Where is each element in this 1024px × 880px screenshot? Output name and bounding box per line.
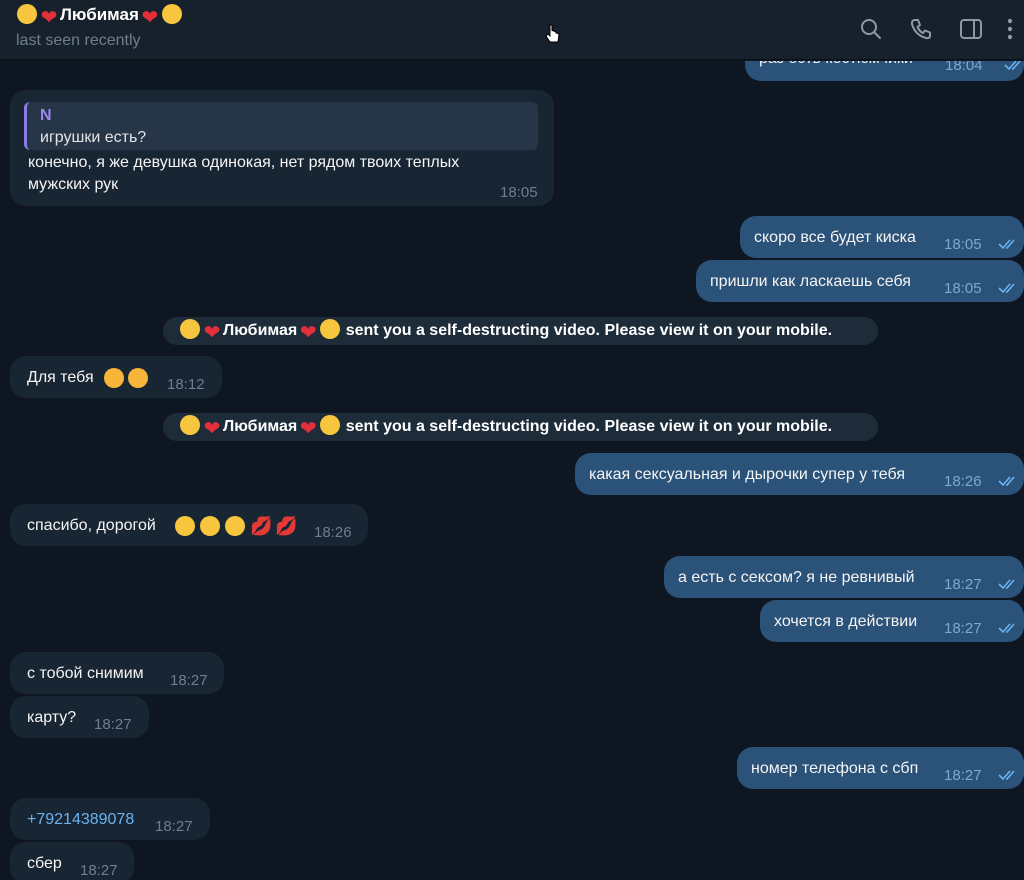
message-time: 18:27 <box>944 767 982 784</box>
message-text: скоро все будет киска <box>754 229 916 246</box>
double-check-icon <box>998 476 1015 487</box>
reply-text: игрушки есть? <box>40 129 147 146</box>
service-text: sent you a self-destructing video. Pleas… <box>345 418 833 435</box>
double-check-icon <box>998 283 1015 294</box>
message-time: 18:27 <box>944 620 982 637</box>
message-incoming[interactable]: сбер 18:27 <box>10 842 134 880</box>
header-actions <box>846 14 1024 44</box>
message-incoming[interactable]: карту? 18:27 <box>10 696 149 738</box>
message-incoming[interactable]: N игрушки есть? конечно, я же девушка од… <box>10 90 554 206</box>
message-time: 18:04 <box>945 61 983 74</box>
smiling-hearts-emoji-icon <box>128 368 148 388</box>
kiss-mark-icon: 💋 <box>275 516 298 536</box>
message-time: 18:27 <box>170 672 208 689</box>
kiss-mark-icon: 💋 <box>250 516 273 536</box>
message-text: а есть с сексом? я не ревнивый <box>678 569 915 586</box>
heart-emoji-icon: ❤ <box>299 322 317 344</box>
message-text-line-1: конечно, я же девушка одинокая, нет рядо… <box>28 154 460 171</box>
message-time: 18:27 <box>94 716 132 733</box>
heart-emoji-icon: ❤ <box>141 7 159 29</box>
reply-quote[interactable]: N игрушки есть? <box>24 102 538 150</box>
message-text: какая сексуальная и дырочки супер у тебя <box>589 466 905 483</box>
smirk-emoji-icon <box>161 4 182 24</box>
chat-header: ❤ Любимая ❤ last seen recently <box>0 0 1024 60</box>
message-text: Для тебя <box>27 369 94 386</box>
smiling-hearts-emoji-icon <box>104 368 124 388</box>
message-incoming[interactable]: спасибо, дорогой 💋 💋 18:26 <box>10 504 368 546</box>
heart-eyes-emoji-icon <box>200 516 220 536</box>
message-time: 18:12 <box>167 376 205 393</box>
message-time: 18:05 <box>500 184 538 201</box>
message-text: раз есть костюмчики <box>759 61 913 70</box>
smirk-emoji-icon <box>180 319 200 339</box>
heart-emoji-icon: ❤ <box>203 418 221 440</box>
reply-author: N <box>40 107 52 124</box>
double-check-icon <box>998 579 1015 590</box>
double-check-icon <box>1004 61 1021 71</box>
message-outgoing[interactable]: раз есть костюмчики 18:04 <box>745 61 1024 81</box>
service-sender: Любимая <box>223 418 298 435</box>
phone-icon[interactable] <box>896 14 946 44</box>
sidebar-toggle-icon[interactable] <box>946 14 996 44</box>
message-outgoing[interactable]: номер телефона с сбп 18:27 <box>737 747 1024 789</box>
message-time: 18:27 <box>155 818 193 835</box>
service-message: ❤ Любимая ❤ sent you a self-destructing vi… <box>163 413 878 441</box>
message-time: 18:27 <box>80 862 118 879</box>
message-outgoing[interactable]: пришли как ласкаешь себя 18:05 <box>696 260 1024 302</box>
message-text: карту? <box>27 709 77 726</box>
more-icon[interactable] <box>996 14 1024 44</box>
service-text: sent you a self-destructing video. Pleas… <box>345 322 833 339</box>
message-outgoing[interactable]: какая сексуальная и дырочки супер у тебя… <box>575 453 1024 495</box>
message-text: пришли как ласкаешь себя <box>710 273 911 290</box>
message-text: сбер <box>27 855 62 872</box>
message-text: хочется в действии <box>774 613 918 630</box>
message-incoming[interactable]: Для тебя 18:12 <box>10 356 222 398</box>
smirk-emoji-icon <box>320 319 341 339</box>
chat-title[interactable]: ❤ Любимая ❤ <box>16 4 183 28</box>
message-outgoing[interactable]: скоро все будет киска 18:05 <box>740 216 1024 258</box>
message-time: 18:26 <box>314 524 352 541</box>
smirk-emoji-icon <box>320 415 341 435</box>
smirk-emoji-icon <box>17 4 37 24</box>
message-time: 18:05 <box>944 280 982 297</box>
message-time: 18:05 <box>944 236 982 253</box>
message-text: с тобой снимим <box>27 665 144 682</box>
chat-status: last seen recently <box>16 32 141 49</box>
message-incoming[interactable]: с тобой снимим 18:27 <box>10 652 224 694</box>
message-text: спасибо, дорогой <box>27 517 156 534</box>
message-time: 18:27 <box>944 576 982 593</box>
phone-number-link[interactable]: +79214389078 <box>27 809 134 831</box>
double-check-icon <box>998 770 1015 781</box>
smirk-emoji-icon <box>180 415 200 435</box>
heart-emoji-icon: ❤ <box>40 7 58 29</box>
message-list[interactable]: раз есть костюмчики 18:04 N игрушки есть… <box>0 61 1024 880</box>
message-text: номер телефона с сбп <box>751 760 919 777</box>
heart-emoji-icon: ❤ <box>299 418 317 440</box>
chat-title-text: Любимая <box>60 5 139 24</box>
service-sender: Любимая <box>223 322 298 339</box>
double-check-icon <box>998 239 1015 250</box>
message-outgoing[interactable]: а есть с сексом? я не ревнивый 18:27 <box>664 556 1024 598</box>
message-text-line-2: мужских рук <box>28 176 119 193</box>
double-check-icon <box>998 623 1015 634</box>
mouse-cursor-icon <box>545 24 561 49</box>
message-time: 18:26 <box>944 473 982 490</box>
kissing-emoji-icon <box>175 516 195 536</box>
service-message: ❤ Любимая ❤ sent you a self-destructing vi… <box>163 317 878 345</box>
kissing-emoji-icon <box>225 516 245 536</box>
message-outgoing[interactable]: хочется в действии 18:27 <box>760 600 1024 642</box>
heart-emoji-icon: ❤ <box>203 322 221 344</box>
message-incoming[interactable]: +79214389078 18:27 <box>10 798 210 840</box>
search-icon[interactable] <box>846 14 896 44</box>
